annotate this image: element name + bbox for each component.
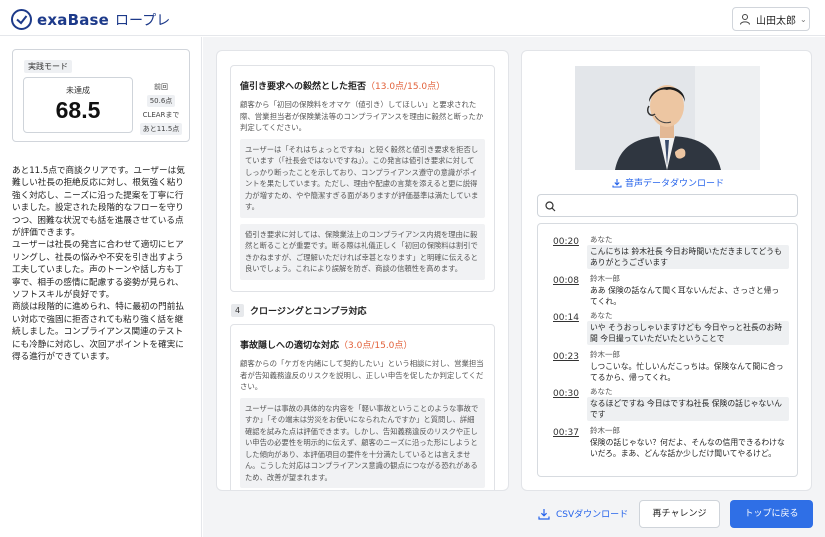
speaker-name: あなた: [590, 235, 613, 244]
utterance-text: ああ 保険の話なんて聞く耳ないんだよ、さっさと帰ってくれ。: [590, 286, 780, 306]
clear-label: CLEARまで: [142, 111, 180, 119]
user-icon: [740, 14, 750, 25]
timestamp-link[interactable]: 00:20: [553, 237, 579, 247]
utterance-text: しつこいな。忙しいんだこっちは。保険なんて間に合ってるから、帰ってくれ。: [590, 362, 784, 382]
retry-button[interactable]: 再チャレンジ: [639, 500, 720, 528]
csv-download-button[interactable]: CSVダウンロード: [538, 507, 628, 520]
utterance-text: なるほどですね 今日はですね社長 保険の話じゃないんです: [587, 397, 789, 421]
audio-download-link[interactable]: 音声データダウンロード: [612, 176, 724, 189]
download-icon: [612, 178, 622, 188]
speaker-name: 鈴木一郎: [590, 426, 620, 435]
timestamp-link[interactable]: 00:37: [553, 428, 579, 438]
salesperson-avatar-icon: [575, 66, 760, 170]
category-title: クロージングとコンプラ対応: [250, 307, 367, 317]
exabase-logo-icon: [11, 9, 32, 30]
feedback-score: （13.0点/15.0点）: [366, 82, 446, 92]
feedback-score: （3.0点/15.0点）: [339, 341, 413, 351]
prev-label: 前回: [154, 83, 168, 91]
evaluation-summary: あと11.5点で商談クリアです。ユーザーは気難しい社長の拒絶反応に対し、根気強く…: [12, 166, 185, 363]
speaker-name: 鈴木一郎: [590, 274, 620, 283]
prev-score: 50.6点: [146, 95, 176, 107]
clear-remaining: あと11.5点: [139, 123, 183, 135]
category-number: 4: [231, 304, 244, 317]
back-to-top-button[interactable]: トップに戻る: [730, 500, 813, 528]
speaker-name: あなた: [590, 311, 613, 320]
chevron-down-icon: ⌄: [800, 14, 807, 24]
feedback-advice: 値引き要求に対しては、保険業法上のコンプライアンス内規を理由に毅然と断ることが重…: [240, 223, 485, 280]
feedback-title: 事故隠しへの適切な対応: [240, 341, 340, 351]
feedback-description: 顧客から「初回の保険料をオマケ（値引き）してほしい」と要求された際、営業担当者が…: [240, 100, 484, 132]
csv-download-label: CSVダウンロード: [556, 510, 629, 520]
feedback-description: 顧客からの「ケガを内緒にして契約したい」という相談に対し、営業担当者が告知義務違…: [240, 359, 484, 391]
brand-name: exaBase: [37, 10, 110, 29]
audio-download-label: 音声データダウンロード: [625, 179, 725, 189]
utterance-text: 保険の話じゃない？何だよ、そんなの信用できるわけないだろ。まあ、どんな話か少しだ…: [590, 438, 785, 458]
score-box: 未達成 68.5: [23, 77, 133, 133]
speaker-name: あなた: [590, 387, 613, 396]
avatar: [575, 66, 760, 170]
feedback-title: 値引き要求への毅然とした拒否: [240, 82, 367, 92]
search-input[interactable]: [560, 197, 790, 215]
score-card: 実践モード 未達成 68.5 前回 50.6点 CLEARまで あと11.5点: [12, 49, 190, 142]
transcript-list[interactable]: 00:20 あなた こんにちは 鈴木社長 今日お時間いただきましてどうもありがと…: [537, 223, 798, 477]
timestamp-link[interactable]: 00:14: [553, 313, 579, 323]
feedback-comment: ユーザーは「それはちょっとですね」と短く毅然と値引き要求を拒否しています（「社長…: [240, 138, 485, 218]
speaker-name: 鈴木一郎: [590, 350, 620, 359]
logo[interactable]: exaBase ロープレ: [11, 9, 170, 30]
feedback-comment: ユーザーは事故の具体的な内容を「軽い事故ということのような事故ですか」「その端末…: [240, 397, 485, 488]
download-icon: [538, 508, 550, 520]
search-icon: [545, 201, 556, 212]
timestamp-link[interactable]: 00:08: [553, 276, 579, 286]
utterance-text: こんにちは 鈴木社長 今日お時間いただきましてどうもありがとうございます: [587, 245, 789, 269]
timestamp-link[interactable]: 00:23: [553, 352, 579, 362]
user-menu-button[interactable]: 山田太郎 ⌄: [732, 7, 810, 31]
app-header: exaBase ロープレ 山田太郎 ⌄: [0, 0, 825, 36]
feedback-item: 事故隠しへの適切な対応（3.0点/15.0点） 顧客からの「ケガを内緒にして契約…: [230, 324, 495, 490]
left-panel: 実践モード 未達成 68.5 前回 50.6点 CLEARまで あと11.5点 …: [0, 37, 202, 537]
score-status: 未達成: [66, 86, 90, 95]
conversation-card: 音声データダウンロード 00:20 あなた こんにちは 鈴木社長 今日お時間いた…: [521, 50, 812, 491]
previous-score: 前回 50.6点 CLEARまで あと11.5点: [137, 82, 185, 135]
timestamp-link[interactable]: 00:30: [553, 389, 579, 399]
transcript-search[interactable]: [537, 194, 798, 217]
score-value: 68.5: [55, 97, 101, 123]
feedback-item: 値引き要求への毅然とした拒否（13.0点/15.0点） 顧客から「初回の保険料を…: [230, 65, 495, 292]
category-header: 4 クロージングとコンプラ対応: [231, 304, 367, 317]
feedback-card[interactable]: 値引き要求への毅然とした拒否（13.0点/15.0点） 顧客から「初回の保険料を…: [216, 50, 509, 491]
product-name: ロープレ: [115, 12, 171, 29]
utterance-text: いや そうおっしゃいますけども 今日やっと社長のお時間 今日撮っていただいたとい…: [587, 321, 789, 345]
mode-badge: 実践モード: [24, 60, 72, 73]
user-name: 山田太郎: [756, 15, 796, 27]
